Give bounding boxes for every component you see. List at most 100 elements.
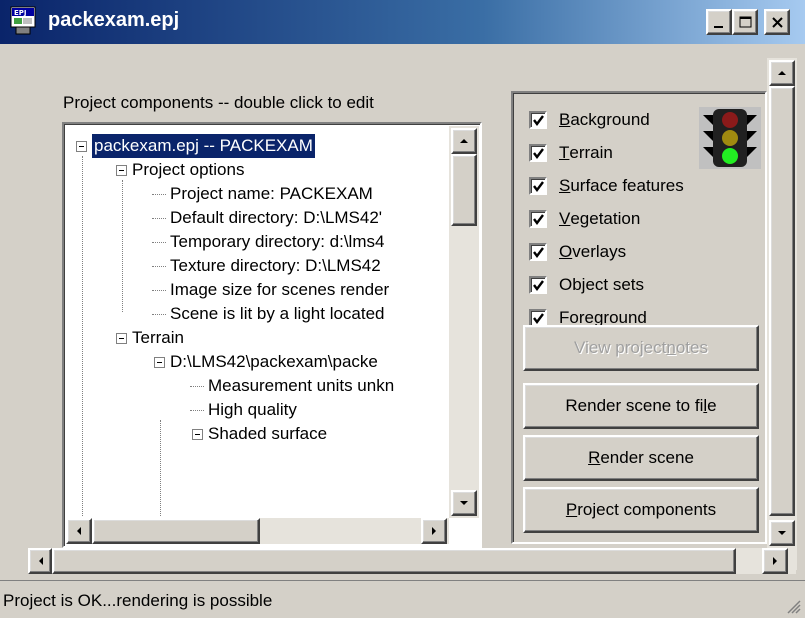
window-scroll-left-button[interactable] bbox=[28, 548, 52, 574]
window-title: packexam.epj bbox=[48, 9, 180, 31]
layer-checkbox-row[interactable]: Object sets bbox=[529, 272, 644, 298]
checkmark-icon bbox=[533, 115, 544, 126]
tree-connector bbox=[122, 180, 123, 312]
layer-label-post: ackground bbox=[570, 110, 650, 129]
tree-scroll-down-button[interactable] bbox=[451, 490, 477, 516]
tree-scroll-up-button[interactable] bbox=[451, 128, 477, 154]
collapse-icon[interactable] bbox=[116, 165, 127, 176]
render-scene-button[interactable]: Render scene bbox=[523, 435, 759, 481]
checkmark-icon bbox=[533, 181, 544, 192]
layer-checkbox-row[interactable]: Terrain bbox=[529, 140, 613, 166]
tree-content[interactable]: packexam.epj -- PACKEXAM Project options P… bbox=[66, 126, 449, 518]
checkbox[interactable] bbox=[529, 243, 547, 261]
view-notes-label-pre: View project bbox=[574, 338, 667, 357]
tree-scroll-left-button[interactable] bbox=[66, 518, 92, 544]
tree-connector bbox=[152, 314, 166, 315]
tree-connector bbox=[152, 218, 166, 219]
tree-vertical-scroll-thumb[interactable] bbox=[451, 154, 477, 226]
tree-horizontal-scrollbar[interactable] bbox=[66, 518, 449, 544]
minimize-icon bbox=[714, 26, 723, 28]
checkbox[interactable] bbox=[529, 144, 547, 162]
close-icon bbox=[772, 17, 783, 28]
render-scene-label-accel: R bbox=[588, 448, 601, 467]
tree-vertical-scrollbar[interactable] bbox=[449, 126, 479, 518]
layer-label-accel: T bbox=[559, 143, 570, 162]
window-vertical-scrollbar[interactable] bbox=[767, 58, 797, 570]
tree-node-label: Texture directory: D:\LMS42 bbox=[170, 256, 381, 275]
render-file-label-post: e bbox=[707, 396, 717, 415]
checkbox[interactable] bbox=[529, 177, 547, 195]
layer-label-post: errain bbox=[569, 143, 613, 162]
tree-node-label: Scene is lit by a light located bbox=[170, 304, 385, 323]
layer-label-pre: Object sets bbox=[559, 275, 645, 294]
collapse-icon[interactable] bbox=[154, 357, 165, 368]
project-tree[interactable]: packexam.epj -- PACKEXAM Project options P… bbox=[62, 122, 482, 548]
layer-checkbox-row[interactable]: Vegetation bbox=[529, 206, 640, 232]
collapse-icon[interactable] bbox=[116, 333, 127, 344]
project-components-label-post: roject components bbox=[577, 500, 717, 519]
arrow-right-icon bbox=[432, 527, 436, 535]
render-file-label-pre: Render scene to fi bbox=[565, 396, 704, 415]
project-components-label-accel: P bbox=[565, 500, 578, 519]
checkbox[interactable] bbox=[529, 111, 547, 129]
tree-connector bbox=[82, 156, 83, 516]
arrow-up-icon bbox=[778, 71, 786, 75]
status-text: Project is OK...rendering is possible bbox=[3, 591, 273, 610]
render-scene-label-post: ender scene bbox=[600, 448, 694, 467]
tree-caption: Project components -- double click to ed… bbox=[63, 93, 374, 112]
title-bar[interactable]: EPJ packexam.epj bbox=[0, 0, 805, 44]
tree-horizontal-scroll-thumb[interactable] bbox=[92, 518, 260, 544]
window-scroll-up-button[interactable] bbox=[769, 60, 795, 86]
view-notes-label-accel: n bbox=[666, 338, 676, 357]
view-project-notes-button[interactable]: View project n otes bbox=[523, 325, 759, 371]
window-scroll-down-button[interactable] bbox=[769, 520, 795, 546]
arrow-up-icon bbox=[460, 139, 468, 143]
resize-grip-icon[interactable] bbox=[785, 598, 801, 614]
maximize-button[interactable] bbox=[732, 9, 758, 35]
minimize-button[interactable] bbox=[706, 9, 732, 35]
layer-panel: Background Terrain Surface features Vegetat… bbox=[511, 91, 767, 544]
layer-checkbox-row[interactable]: Overlays bbox=[529, 239, 626, 265]
close-button[interactable] bbox=[764, 9, 790, 35]
collapse-icon[interactable] bbox=[76, 141, 87, 152]
tree-node-label: Temporary directory: d:\lms4 bbox=[170, 232, 385, 251]
checkmark-icon bbox=[533, 247, 544, 258]
tree-node-label: Shaded surface bbox=[208, 424, 328, 443]
window-scroll-right-button[interactable] bbox=[762, 548, 788, 574]
tree-connector bbox=[190, 386, 204, 387]
tree-connector bbox=[190, 410, 204, 411]
arrow-left-icon bbox=[77, 527, 81, 535]
checkmark-icon bbox=[533, 148, 544, 159]
checkbox[interactable] bbox=[529, 210, 547, 228]
project-components-button[interactable]: Project components bbox=[523, 487, 759, 533]
tree-connector bbox=[152, 266, 166, 267]
arrow-left-icon bbox=[39, 557, 43, 565]
layer-label-accel: S bbox=[559, 176, 571, 195]
status-bar: Project is OK...rendering is possible bbox=[0, 580, 805, 618]
tree-node-label: High quality bbox=[208, 400, 297, 419]
tree-scroll-right-button[interactable] bbox=[421, 518, 447, 544]
layer-checkbox-row[interactable]: Background bbox=[529, 107, 650, 133]
layer-checkbox-row[interactable]: Surface features bbox=[529, 173, 684, 199]
window-vertical-scroll-thumb[interactable] bbox=[769, 86, 795, 516]
tree-connector bbox=[152, 290, 166, 291]
window-horizontal-scrollbar[interactable] bbox=[28, 548, 796, 574]
tree-node-label: Measurement units unkn bbox=[208, 376, 395, 395]
window-horizontal-scroll-thumb[interactable] bbox=[52, 548, 736, 574]
arrow-down-icon bbox=[778, 531, 786, 535]
render-scene-to-file-button[interactable]: Render scene to fi l e bbox=[523, 383, 759, 429]
checkmark-icon bbox=[533, 280, 544, 291]
collapse-icon[interactable] bbox=[192, 429, 203, 440]
tree-node-label: Project options bbox=[132, 160, 245, 179]
checkbox[interactable] bbox=[529, 276, 547, 294]
tree-node-label: Image size for scenes render bbox=[170, 280, 390, 299]
checkmark-icon bbox=[533, 214, 544, 225]
tree-connector bbox=[160, 420, 161, 516]
layer-label-accel: V bbox=[559, 209, 571, 228]
tree-node-label: Terrain bbox=[132, 328, 184, 347]
tree-node-label: D:\LMS42\packexam\packe bbox=[170, 352, 378, 371]
tree-node-label: Default directory: D:\LMS42' bbox=[170, 208, 383, 227]
arrow-down-icon bbox=[460, 501, 468, 505]
layer-label-accel: B bbox=[559, 110, 571, 129]
layer-label-post: egetation bbox=[570, 209, 641, 228]
